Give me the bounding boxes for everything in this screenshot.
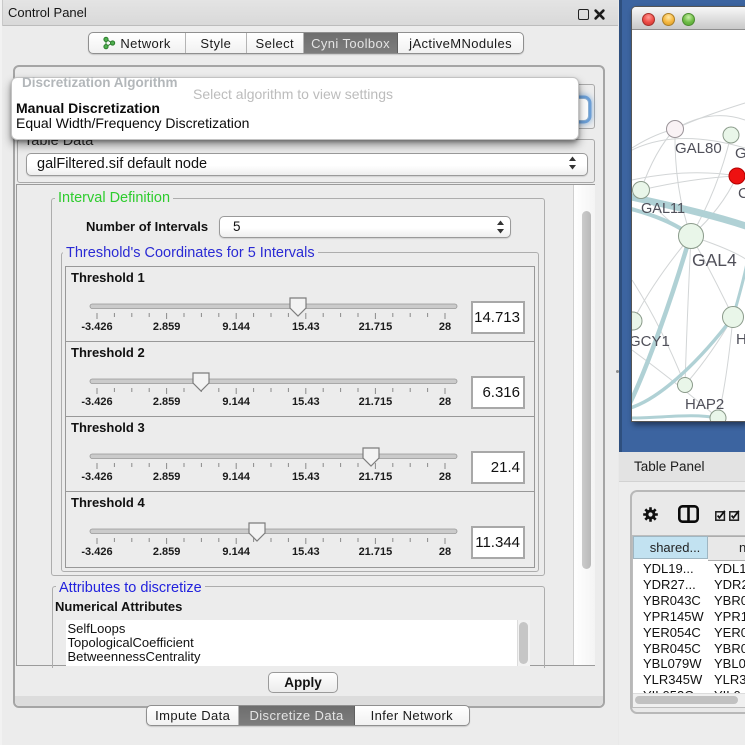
svg-text:2.859: 2.859 xyxy=(153,546,181,558)
svg-text:GAL80: GAL80 xyxy=(675,140,722,157)
svg-text:15.43: 15.43 xyxy=(292,396,320,408)
svg-text:GAL3: GAL3 xyxy=(735,145,745,162)
svg-text:9.144: 9.144 xyxy=(222,471,250,483)
svg-text:-3.426: -3.426 xyxy=(81,546,112,558)
svg-text:28: 28 xyxy=(439,546,451,558)
svg-text:CDC: CDC xyxy=(738,185,745,202)
svg-text:21.715: 21.715 xyxy=(359,546,393,558)
svg-text:HAP2: HAP2 xyxy=(685,396,724,413)
svg-text:15.43: 15.43 xyxy=(292,546,320,558)
svg-text:9.144: 9.144 xyxy=(222,546,250,558)
svg-text:9.144: 9.144 xyxy=(222,396,250,408)
svg-text:21.715: 21.715 xyxy=(359,396,393,408)
svg-text:21.715: 21.715 xyxy=(359,471,393,483)
svg-text:15.43: 15.43 xyxy=(292,471,320,483)
svg-text:28: 28 xyxy=(439,471,451,483)
svg-text:2.859: 2.859 xyxy=(153,471,181,483)
svg-text:9.144: 9.144 xyxy=(222,321,250,333)
svg-text:28: 28 xyxy=(439,321,451,333)
svg-text:28: 28 xyxy=(439,396,451,408)
svg-text:2.859: 2.859 xyxy=(153,321,181,333)
svg-text:-3.426: -3.426 xyxy=(81,471,112,483)
svg-text:GCY1: GCY1 xyxy=(632,333,670,350)
svg-text:GAL11: GAL11 xyxy=(641,201,685,217)
svg-text:-3.426: -3.426 xyxy=(81,321,112,333)
svg-text:2.859: 2.859 xyxy=(153,396,181,408)
svg-text:21.715: 21.715 xyxy=(359,321,393,333)
svg-text:GAL4: GAL4 xyxy=(692,250,737,270)
svg-text:-3.426: -3.426 xyxy=(81,396,112,408)
svg-text:15.43: 15.43 xyxy=(292,321,320,333)
svg-text:HIS: HIS xyxy=(736,331,745,348)
